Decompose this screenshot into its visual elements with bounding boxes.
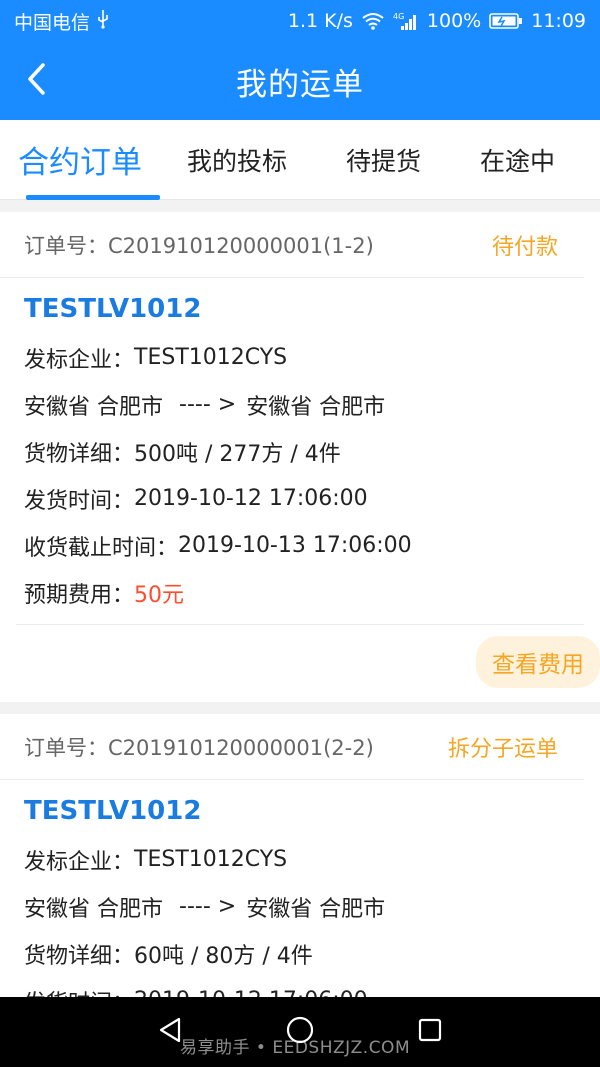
tab-label: 合约订单 — [18, 145, 142, 181]
back-button[interactable] — [14, 59, 58, 103]
route-arrow: ---- > — [179, 894, 237, 919]
order-card-header: 订单号：C201910120000001(2-2) 拆分子运单 — [0, 714, 584, 780]
tab-in-transit[interactable]: 在途中 — [480, 120, 555, 200]
network-speed: 1.1 K/s — [287, 10, 353, 32]
company-label: 发标企业： — [24, 347, 135, 373]
goods-row: 货物详细： 500吨 / 277方 / 4件 — [0, 428, 600, 475]
tab-my-bids[interactable]: 我的投标 — [187, 120, 287, 200]
battery-icon — [489, 12, 523, 30]
clock: 11:09 — [531, 10, 586, 32]
order-number: 订单号：C201910120000001(1-2) — [24, 233, 374, 258]
fee-value: 50元 — [134, 582, 185, 608]
page-title: 我的运单 — [236, 66, 364, 103]
goods-label: 货物详细： — [24, 441, 135, 467]
svg-text:4G: 4G — [393, 12, 404, 21]
square-recents-icon — [417, 1017, 443, 1047]
order-card[interactable]: 订单号：C201910120000001(2-2) 拆分子运单 TESTLV10… — [0, 714, 600, 1016]
route-row: 安徽省 合肥市 ---- > 安徽省 合肥市 — [0, 381, 600, 428]
wifi-icon — [361, 12, 385, 30]
route-to: 安徽省 合肥市 — [246, 896, 386, 922]
status-badge: 拆分子运单 — [447, 736, 558, 762]
view-fee-button[interactable]: 查看费用 — [476, 635, 600, 688]
nav-recents-button[interactable] — [410, 1012, 450, 1052]
chevron-left-icon — [25, 62, 47, 100]
tab-awaiting-pickup[interactable]: 待提货 — [346, 120, 421, 200]
order-title: TESTLV1012 — [24, 796, 202, 826]
tab-label: 待提货 — [346, 146, 422, 176]
battery-percent: 100% — [426, 10, 482, 32]
deadline-row: 收货截止时间： 2019-10-13 17:06:00 — [0, 522, 600, 569]
watermark-text: 易享助手 • EEDSHZJZ.COM — [180, 1038, 411, 1058]
order-title: TESTLV1012 — [24, 294, 202, 324]
tab-label: 我的投标 — [187, 146, 288, 176]
signal-icon: 4G — [393, 11, 419, 31]
tab-bar: 合约订单 我的投标 待提货 在途中 — [0, 120, 600, 200]
usb-icon — [96, 9, 110, 34]
active-tab-indicator — [26, 194, 160, 200]
goods-label: 货物详细： — [24, 943, 135, 969]
route-arrow: ---- > — [179, 392, 237, 417]
tab-label: 在途中 — [480, 146, 556, 176]
deadline-label: 收货截止时间： — [24, 535, 179, 561]
deadline-value: 2019-10-13 17:06:00 — [178, 533, 412, 558]
ship-time-label: 发货时间： — [24, 488, 135, 514]
order-number: 订单号：C201910120000001(2-2) — [24, 735, 374, 760]
order-card-header: 订单号：C201910120000001(1-2) 待付款 — [0, 212, 584, 278]
ship-time-value: 2019-10-12 17:06:00 — [134, 486, 368, 511]
status-badge: 待付款 — [491, 234, 558, 260]
route-to: 安徽省 合肥市 — [246, 394, 386, 420]
fee-row: 预期费用： 50元 — [0, 569, 600, 616]
route-from: 安徽省 合肥市 — [24, 896, 163, 922]
company-value: TEST1012CYS — [134, 345, 288, 370]
goods-value: 500吨 / 277方 / 4件 — [134, 441, 341, 467]
company-row: 发标企业： TEST1012CYS — [0, 334, 600, 381]
tab-contract-orders[interactable]: 合约订单 — [18, 120, 160, 200]
company-row: 发标企业： TEST1012CYS — [0, 836, 600, 883]
company-value: TEST1012CYS — [134, 847, 288, 872]
route-from: 安徽省 合肥市 — [24, 394, 163, 420]
goods-value: 60吨 / 80方 / 4件 — [134, 943, 313, 969]
fee-label: 预期费用： — [24, 582, 135, 608]
route-row: 安徽省 合肥市 ---- > 安徽省 合肥市 — [0, 883, 600, 930]
carrier-label: 中国电信 — [14, 11, 91, 34]
goods-row: 货物详细： 60吨 / 80方 / 4件 — [0, 930, 600, 977]
app-header: 我的运单 — [0, 42, 600, 120]
ship-time-row: 发货时间： 2019-10-12 17:06:00 — [0, 475, 600, 522]
company-label: 发标企业： — [24, 849, 135, 875]
order-card-footer: 查看费用 — [16, 624, 600, 698]
order-card[interactable]: 订单号：C201910120000001(1-2) 待付款 TESTLV1012… — [0, 212, 600, 702]
status-bar: 中国电信 1.1 K/s 4G 100% 11:09 — [0, 0, 600, 42]
